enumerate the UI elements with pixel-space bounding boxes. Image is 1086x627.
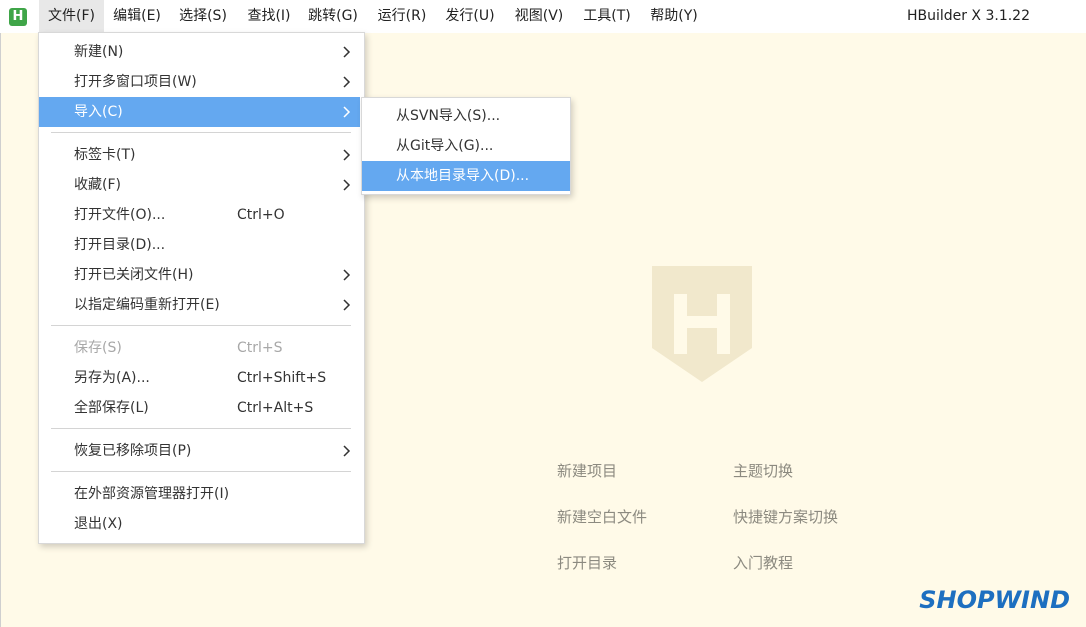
menu-separator [51,132,351,133]
menu-item-tabs[interactable]: 标签卡(T) [39,140,360,170]
import-submenu: 从SVN导入(S)... 从Git导入(G)... 从本地目录导入(D)... [361,97,571,195]
menu-goto[interactable]: 跳转(G) [302,0,364,33]
menu-item-label: 打开文件(O)... [74,207,166,223]
menu-separator [51,471,351,472]
menu-item-label: 恢复已移除项目(P) [74,443,192,459]
menu-item-reopen-with-encoding[interactable]: 以指定编码重新打开(E) [39,290,360,320]
menu-help[interactable]: 帮助(Y) [643,0,705,33]
menu-item-open-closed-file[interactable]: 打开已关闭文件(H) [39,260,360,290]
chevron-right-icon [343,149,351,161]
menu-run[interactable]: 运行(R) [371,0,433,33]
chevron-right-icon [343,76,351,88]
quick-tutorial[interactable]: 入门教程 [733,552,793,573]
menu-item-save[interactable]: 保存(S) Ctrl+S [39,333,360,363]
chevron-right-icon [343,445,351,457]
menu-item-label: 保存(S) [74,340,122,356]
chevron-right-icon [343,179,351,191]
menu-separator [51,325,351,326]
menu-tools[interactable]: 工具(T) [576,0,638,33]
editor-left-edge [0,33,1,627]
menu-item-open-directory[interactable]: 打开目录(D)... [39,230,360,260]
submenu-item-import-local[interactable]: 从本地目录导入(D)... [362,161,570,191]
menu-publish[interactable]: 发行(U) [439,0,501,33]
menu-item-label: 全部保存(L) [74,400,149,416]
menu-item-exit[interactable]: 退出(X) [39,509,360,539]
file-menu-dropdown: 新建(N) 打开多窗口项目(W) 导入(C) 标签卡(T) 收藏(F) 打开文件… [38,32,365,544]
watermark-logo: SHOPWIND [919,586,1070,614]
menu-item-shortcut: Ctrl+O [237,207,285,223]
menu-item-label: 标签卡(T) [74,147,136,163]
menu-item-open-in-explorer[interactable]: 在外部资源管理器打开(I) [39,479,360,509]
chevron-right-icon [343,106,351,118]
menu-file[interactable]: 文件(F) [39,0,104,33]
menu-item-favorites[interactable]: 收藏(F) [39,170,360,200]
menu-item-label: 退出(X) [74,516,123,532]
version-label: HBuilder X 3.1.22 [906,8,1030,24]
menu-bar: H 文件(F) 编辑(E) 选择(S) 查找(I) 跳转(G) 运行(R) 发行… [0,0,1086,33]
menu-item-shortcut: Ctrl+Alt+S [237,400,314,416]
submenu-item-import-svn[interactable]: 从SVN导入(S)... [362,101,570,131]
chevron-right-icon [343,299,351,311]
menu-item-label: 收藏(F) [74,177,121,193]
menu-item-label: 打开已关闭文件(H) [74,267,194,283]
menu-item-new[interactable]: 新建(N) [39,37,360,67]
quick-new-project[interactable]: 新建项目 [557,460,617,481]
menu-item-label: 以指定编码重新打开(E) [74,297,220,313]
menu-item-save-as[interactable]: 另存为(A)... Ctrl+Shift+S [39,363,360,393]
menu-item-save-all[interactable]: 全部保存(L) Ctrl+Alt+S [39,393,360,423]
menu-find[interactable]: 查找(I) [240,0,298,33]
hbuilder-logo-icon [652,266,752,382]
quick-new-blank-file[interactable]: 新建空白文件 [557,506,647,527]
chevron-right-icon [343,269,351,281]
quick-keymap-switch[interactable]: 快捷键方案切换 [733,506,838,527]
menu-item-label: 打开目录(D)... [74,237,166,253]
menu-separator [51,428,351,429]
menu-item-open-file[interactable]: 打开文件(O)... Ctrl+O [39,200,360,230]
menu-item-label: 在外部资源管理器打开(I) [74,486,230,502]
menu-edit[interactable]: 编辑(E) [107,0,167,33]
menu-item-import[interactable]: 导入(C) [39,97,360,127]
menu-item-shortcut: Ctrl+S [237,340,283,356]
menu-item-label: 另存为(A)... [74,370,150,386]
menu-item-open-multi-window[interactable]: 打开多窗口项目(W) [39,67,360,97]
menu-item-label: 打开多窗口项目(W) [74,74,197,90]
submenu-item-label: 从Git导入(G)... [396,138,494,154]
submenu-item-label: 从SVN导入(S)... [396,108,501,124]
menu-item-label: 导入(C) [74,104,123,120]
menu-select[interactable]: 选择(S) [173,0,233,33]
submenu-item-import-git[interactable]: 从Git导入(G)... [362,131,570,161]
menu-item-label: 新建(N) [74,44,124,60]
submenu-item-label: 从本地目录导入(D)... [396,168,530,184]
menu-item-restore-removed[interactable]: 恢复已移除项目(P) [39,436,360,466]
chevron-right-icon [343,46,351,58]
app-logo: H [9,8,27,26]
quick-theme-switch[interactable]: 主题切换 [733,460,793,481]
menu-view[interactable]: 视图(V) [508,0,570,33]
menu-item-shortcut: Ctrl+Shift+S [237,370,327,386]
quick-open-directory[interactable]: 打开目录 [557,552,617,573]
